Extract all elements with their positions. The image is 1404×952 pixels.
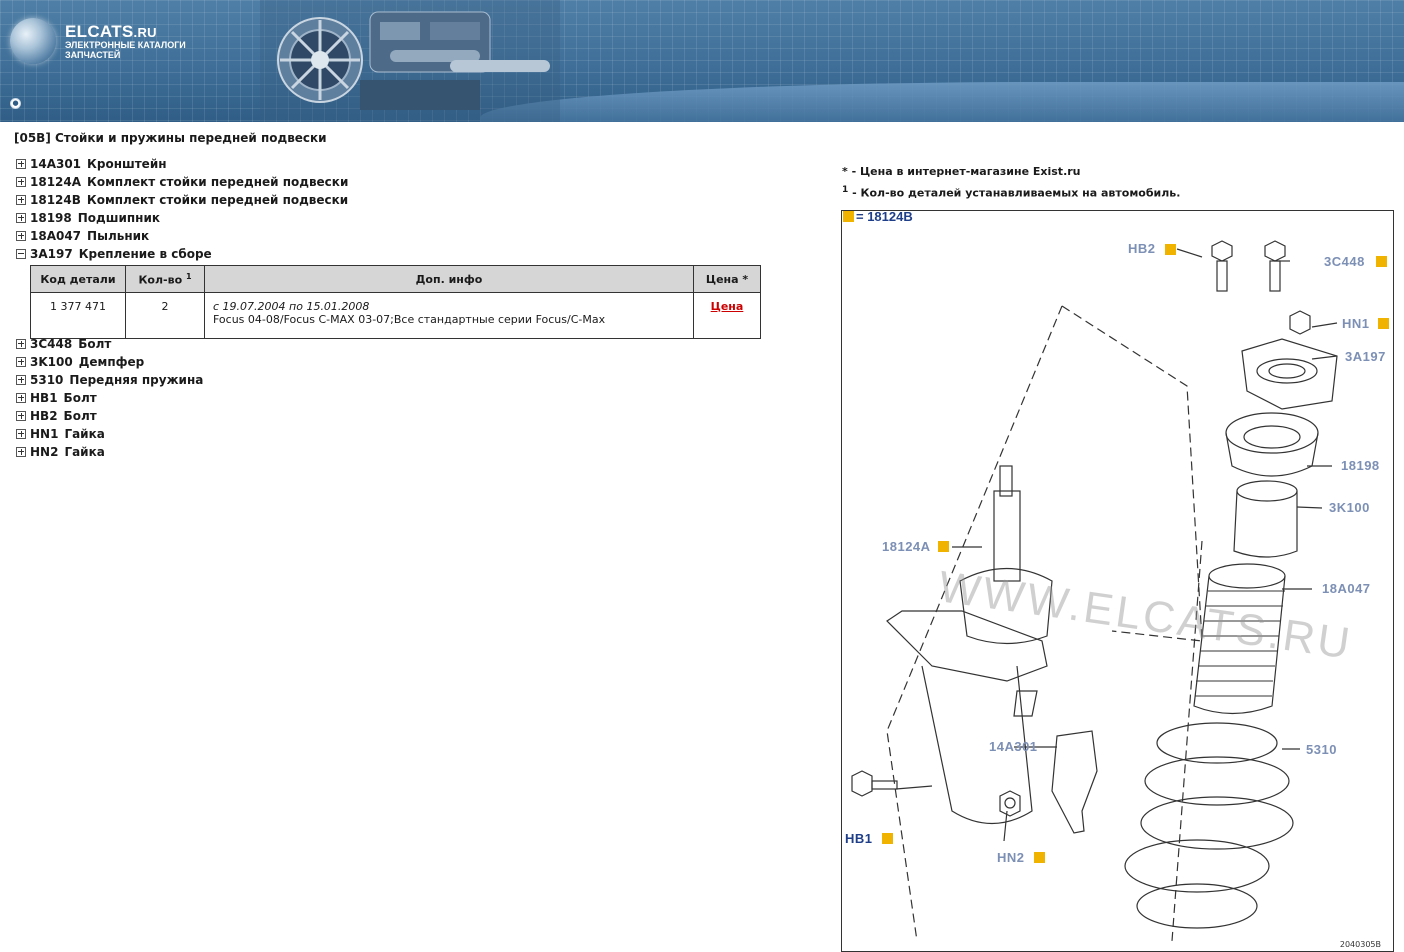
expand-icon[interactable] (16, 392, 26, 403)
legend-marker (843, 211, 854, 222)
info-cell: с 19.07.2004 по 15.01.2008 Focus 04-08/F… (204, 292, 694, 339)
figure-number: 2040305B (1339, 940, 1381, 949)
tree-item-18198[interactable]: 18198 Подшипник (16, 209, 348, 227)
tree-item-5310[interactable]: 5310 Передняя пружина (16, 371, 348, 389)
expand-icon[interactable] (16, 230, 26, 241)
expand-icon[interactable] (16, 356, 26, 367)
col-header-info: Доп. инфо (204, 265, 694, 293)
diagram-drawing (851, 240, 1338, 942)
expand-icon[interactable] (16, 338, 26, 349)
expand-icon[interactable] (16, 446, 26, 457)
callout-18a047[interactable]: 18A047 (1322, 581, 1371, 596)
callout-marker (882, 833, 893, 844)
callout-marker (1034, 852, 1045, 863)
info-date: с 19.07.2004 по 15.01.2008 (213, 300, 370, 313)
callout-3c448[interactable]: 3C448 (1324, 254, 1365, 269)
table-row: 1 377 471 2 с 19.07.2004 по 15.01.2008 F… (30, 292, 761, 339)
callout-3k100[interactable]: 3K100 (1329, 500, 1370, 515)
tree-item-18a047[interactable]: 18A047 Пыльник (16, 227, 348, 245)
expand-icon[interactable] (16, 212, 26, 223)
expand-icon[interactable] (16, 158, 26, 169)
callout-marker (938, 541, 949, 552)
logo-title[interactable]: ELCATS.RU (65, 22, 157, 42)
tree-item-3k100[interactable]: 3K100 Демпфер (16, 353, 348, 371)
tree-item-hn1[interactable]: HN1 Гайка (16, 425, 348, 443)
info-text: Focus 04-08/Focus C-MAX 03-07;Все станда… (213, 313, 606, 326)
qty-cell: 2 (125, 292, 205, 339)
tree-item-3a197[interactable]: 3A197 Крепление в сборе (16, 245, 348, 263)
tree-item-18124a[interactable]: 18124A Комплект стойки передней подвески (16, 173, 348, 191)
callout-5310[interactable]: 5310 (1306, 742, 1337, 757)
expand-icon[interactable] (16, 428, 26, 439)
tree-item-hb1[interactable]: HB1 Болт (16, 389, 348, 407)
callout-3a197[interactable]: 3A197 (1345, 349, 1386, 364)
callout-marker (1165, 244, 1176, 255)
part-code-cell: 1 377 471 (30, 292, 126, 339)
expand-icon[interactable] (16, 374, 26, 385)
part-details-table: Код детали Кол-во 1 Доп. инфо Цена * 1 3… (30, 265, 761, 339)
col-header-code: Код детали (30, 265, 126, 293)
logo-subtitle: ЭЛЕКТРОННЫЕ КАТАЛОГИ ЗАПЧАСТЕЙ (65, 40, 186, 60)
callout-hn2[interactable]: HN2 (997, 850, 1025, 865)
callout-marker (1376, 256, 1387, 267)
expand-icon[interactable] (16, 194, 26, 205)
callout-14a301[interactable]: 14A301 (989, 739, 1038, 754)
diagram-legend: = 18124B (856, 210, 913, 224)
callout-marker (1378, 318, 1389, 329)
expand-icon[interactable] (16, 410, 26, 421)
callout-18198[interactable]: 18198 (1341, 458, 1380, 473)
tree-item-hb2[interactable]: HB2 Болт (16, 407, 348, 425)
callout-hb1[interactable]: HB1 (845, 831, 873, 846)
home-icon[interactable]: ● (10, 98, 21, 109)
callout-hb2[interactable]: HB2 (1128, 241, 1156, 256)
qty-note: 1 - Кол-во деталей устанавливаемых на ав… (842, 185, 1181, 200)
col-header-price: Цена * (693, 265, 761, 293)
price-cell: Цена (693, 292, 761, 339)
header-banner: ELCATS.RU ЭЛЕКТРОННЫЕ КАТАЛОГИ ЗАПЧАСТЕЙ… (0, 0, 1404, 122)
collapse-icon[interactable] (16, 248, 26, 259)
tree-item-14a301[interactable]: 14A301 Кронштейн (16, 155, 348, 173)
price-note: * - Цена в интернет-магазине Exist.ru (842, 165, 1081, 178)
callout-hn1[interactable]: HN1 (1342, 316, 1370, 331)
col-header-qty: Кол-во 1 (125, 265, 205, 293)
table-header-row: Код детали Кол-во 1 Доп. инфо Цена * (30, 265, 761, 293)
engine-illustration (260, 0, 560, 122)
callout-18124a[interactable]: 18124A (882, 539, 931, 554)
tree-item-hn2[interactable]: HN2 Гайка (16, 443, 348, 461)
tree-item-18124b[interactable]: 18124B Комплект стойки передней подвески (16, 191, 348, 209)
expand-icon[interactable] (16, 176, 26, 187)
price-link[interactable]: Цена (711, 300, 744, 313)
page-title: [05B] Стойки и пружины передней подвески (14, 131, 327, 145)
parts-diagram: = 18124B HB2 3C448 HN1 3A197 18198 3K100… (841, 210, 1394, 952)
globe-logo-icon[interactable] (10, 18, 56, 64)
